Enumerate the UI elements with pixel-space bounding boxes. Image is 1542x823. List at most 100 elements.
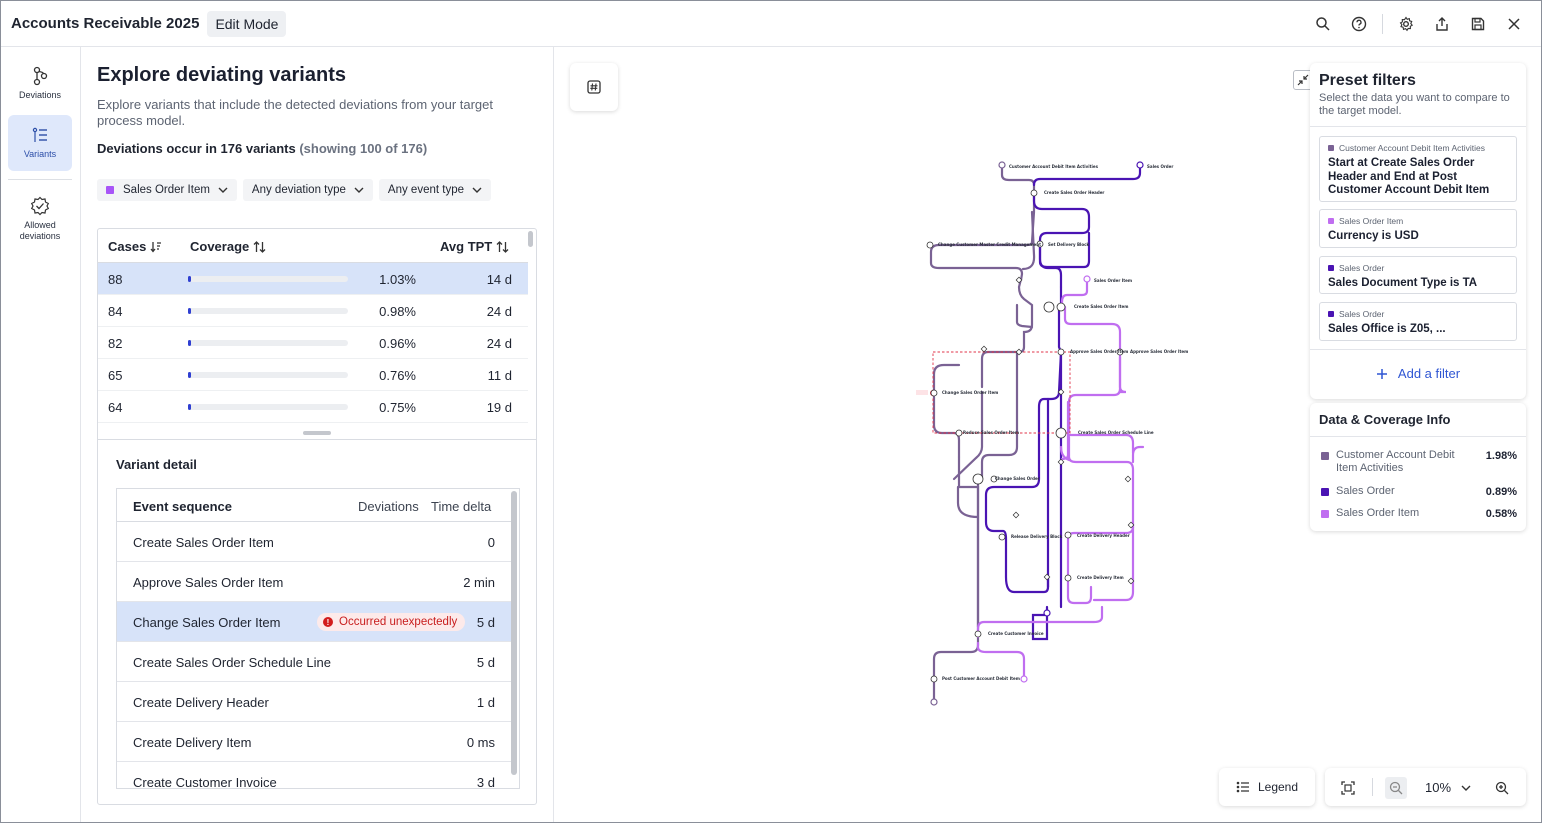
preset-filter-object: Sales Order xyxy=(1339,263,1385,273)
rail-item-allowed-deviations[interactable]: Allowed deviations xyxy=(8,189,72,249)
coverage-item-name: Sales Order Item xyxy=(1336,507,1420,519)
preset-filter-card[interactable]: Sales Order Item Currency is USD xyxy=(1319,209,1517,248)
sort-icon xyxy=(496,240,509,253)
coverage-bar xyxy=(188,308,348,314)
event-delta: 0 ms xyxy=(466,735,495,750)
coverage-bar-fill xyxy=(188,276,191,282)
zoom-controls: 10% xyxy=(1325,768,1526,806)
summary-muted: (showing 100 of 176) xyxy=(299,141,428,156)
rail-item-variants[interactable]: Variants xyxy=(8,115,72,171)
object-color-swatch xyxy=(1328,145,1334,151)
coverage-bar xyxy=(188,404,348,410)
object-color-swatch xyxy=(1321,488,1329,496)
event-row[interactable]: Create Sales Order Item 0 xyxy=(117,522,511,562)
preset-filter-text: Sales Document Type is TA xyxy=(1328,277,1478,289)
search-icon[interactable] xyxy=(1310,11,1336,37)
fit-to-screen-button[interactable] xyxy=(1337,777,1359,799)
zoom-out-button[interactable] xyxy=(1385,777,1407,799)
filter-object-type[interactable]: Sales Order Item xyxy=(97,179,237,201)
preset-filter-text: Currency is USD xyxy=(1328,230,1419,242)
preset-filter-card[interactable]: Sales Order Sales Office is Z05, ... xyxy=(1319,302,1517,341)
event-row[interactable]: Create Sales Order Schedule Line 5 d xyxy=(117,642,511,682)
event-table-scrollbar[interactable] xyxy=(511,491,517,775)
fit-screen-icon xyxy=(1341,781,1355,795)
table-row[interactable]: 84 0.98% 24 d xyxy=(98,295,528,327)
object-color-swatch xyxy=(106,186,114,194)
legend-button[interactable]: Legend xyxy=(1219,768,1315,806)
variants-icon xyxy=(32,127,47,142)
variants-table: Cases Coverage Avg TPT 88 1.03% 14 d 84 … xyxy=(97,228,537,805)
process-graph-canvas[interactable]: Customer Account Debit Item Activities S… xyxy=(554,47,1541,822)
event-row[interactable]: Approve Sales Order Item 2 min xyxy=(117,562,511,602)
zoom-level-select[interactable]: 10% xyxy=(1425,780,1471,795)
coverage-bar-fill xyxy=(188,308,191,314)
filter-label: Any deviation type xyxy=(251,184,346,196)
sort-icon xyxy=(253,240,266,253)
chevron-down-icon xyxy=(354,187,364,193)
variant-summary: Deviations occur in 176 variants (showin… xyxy=(97,141,427,156)
resize-handle[interactable] xyxy=(303,431,331,435)
settings-icon[interactable] xyxy=(1393,11,1419,37)
filter-bar: Sales Order Item Any deviation type Any … xyxy=(97,179,497,201)
coverage-item-value: 0.89% xyxy=(1485,486,1517,498)
filter-event-type[interactable]: Any event type xyxy=(378,179,491,201)
preset-subtitle: Select the data you want to compare to t… xyxy=(1319,92,1510,117)
divider xyxy=(1310,349,1526,350)
divider xyxy=(98,439,536,440)
preset-filter-card[interactable]: Customer Account Debit Item Activities S… xyxy=(1319,136,1517,202)
cell-avg-tpt: 14 d xyxy=(486,272,512,287)
graph-label: Create Customer Invoice xyxy=(988,631,1044,636)
table-row[interactable]: 88 1.03% 14 d xyxy=(98,263,528,295)
event-name: Create Sales Order Item xyxy=(133,535,274,550)
table-row[interactable]: 65 0.76% 11 d xyxy=(98,359,528,391)
zoom-separator xyxy=(1372,778,1373,796)
preset-filter-card[interactable]: Sales Order Sales Document Type is TA xyxy=(1319,256,1517,294)
column-avg-tpt[interactable]: Avg TPT xyxy=(440,239,509,254)
graph-label: Set Delivery Block xyxy=(1048,242,1090,247)
add-filter-button[interactable]: Add a filter xyxy=(1310,366,1526,381)
save-icon[interactable] xyxy=(1465,11,1491,37)
divider xyxy=(1310,436,1526,437)
graph-label: Post Customer Account Debit Item xyxy=(942,676,1020,681)
preset-filter-label: Sales Order xyxy=(1328,309,1508,319)
graph-label: Release Delivery Block xyxy=(1011,534,1063,539)
column-label: Cases xyxy=(108,239,147,254)
table-row[interactable]: 82 0.96% 24 d xyxy=(98,327,528,359)
chevron-down-icon xyxy=(472,187,482,193)
filter-deviation-type[interactable]: Any deviation type xyxy=(242,179,373,201)
event-row[interactable]: Create Delivery Header 1 d xyxy=(117,682,511,722)
column-coverage[interactable]: Coverage xyxy=(190,239,266,254)
event-name: Create Delivery Header xyxy=(133,695,269,710)
mode-badge[interactable]: Edit Mode xyxy=(207,10,287,37)
help-icon[interactable] xyxy=(1346,11,1372,37)
preset-filter-label: Customer Account Debit Item Activities xyxy=(1328,143,1508,153)
event-name: Create Delivery Item xyxy=(133,735,252,750)
rail-divider xyxy=(8,179,72,180)
cell-coverage: 0.76% xyxy=(379,368,416,383)
event-row[interactable]: Create Delivery Item 0 ms xyxy=(117,722,511,762)
event-row[interactable]: Create Customer Invoice 3 d xyxy=(117,762,511,788)
preset-filters-panel: Preset filters Select the data you want … xyxy=(1310,63,1526,399)
close-icon[interactable] xyxy=(1501,11,1527,37)
graph-label: Sales Order xyxy=(1147,164,1173,169)
cell-cases: 65 xyxy=(108,368,123,383)
filter-label: Any event type xyxy=(387,184,464,196)
table-scrollbar[interactable] xyxy=(528,231,533,247)
graph-label: Change Sales Order Item xyxy=(942,390,998,395)
column-label: Coverage xyxy=(190,239,250,254)
graph-label: Create Sales Order Header xyxy=(1044,190,1104,195)
column-event-sequence: Event sequence xyxy=(133,499,232,514)
share-icon[interactable] xyxy=(1429,11,1455,37)
table-row[interactable]: 64 0.75% 19 d xyxy=(98,391,528,423)
event-delta: 5 d xyxy=(476,655,495,670)
column-cases[interactable]: Cases xyxy=(108,239,162,254)
app-title: Accounts Receivable 2025 xyxy=(11,15,200,32)
event-row[interactable]: Change Sales Order Item ! Occurred unexpe… xyxy=(117,602,511,642)
coverage-bar xyxy=(188,372,348,378)
left-rail: Deviations Variants Allowed deviations xyxy=(1,47,81,822)
cell-cases: 88 xyxy=(108,272,123,287)
rail-item-deviations[interactable]: Deviations xyxy=(8,55,72,111)
zoom-in-button[interactable] xyxy=(1491,777,1513,799)
legend-icon xyxy=(1236,781,1249,793)
cell-coverage: 1.03% xyxy=(379,272,416,287)
